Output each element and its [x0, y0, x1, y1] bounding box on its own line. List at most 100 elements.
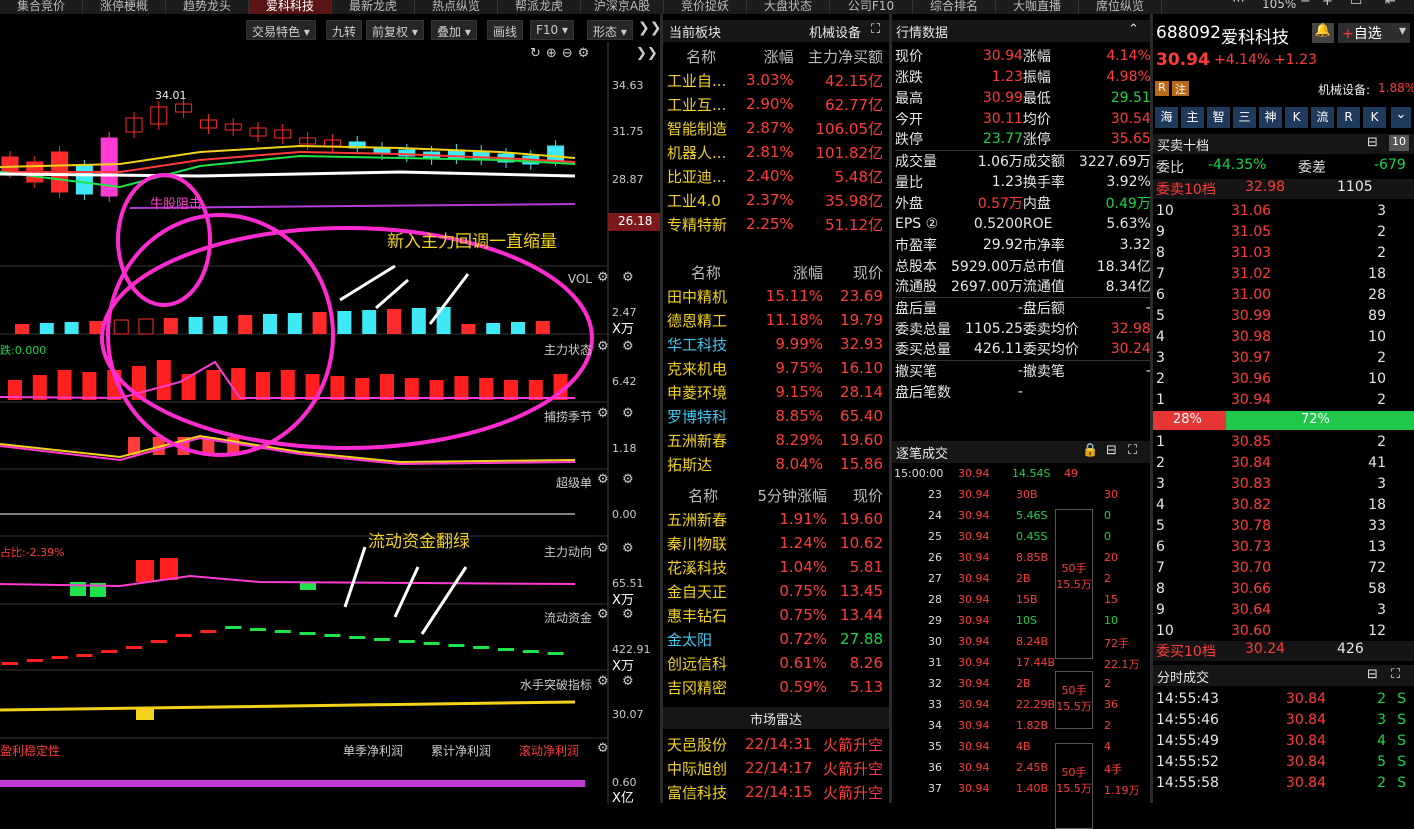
book-row[interactable]: 10 31.06 3: [1156, 200, 1386, 221]
tab-2[interactable]: 趋势龙头: [166, 0, 249, 14]
tab-7[interactable]: 沪深京A股: [581, 0, 664, 14]
tab-0[interactable]: 集合竞价: [0, 0, 83, 14]
quick-button[interactable]: 海: [1155, 107, 1178, 128]
table-row[interactable]: 花溪科技 1.04% 5.81: [665, 555, 885, 579]
book-row[interactable]: 2 30.84 41: [1156, 452, 1386, 473]
table-row[interactable]: 五洲新春 8.29% 19.60: [665, 428, 885, 452]
tab-12[interactable]: 大咖直播: [996, 0, 1079, 14]
gear-icon[interactable]: ⚙: [597, 541, 609, 556]
quick-button[interactable]: R: [1337, 107, 1360, 128]
table-row[interactable]: 华工科技 9.99% 32.93: [665, 332, 885, 356]
table-row[interactable]: 富信科技 22/14:15 火箭升空: [665, 780, 885, 804]
gear-icon[interactable]: ⚙: [597, 674, 609, 689]
table-row[interactable]: 机器人... 2.81% 101.82亿: [665, 140, 885, 164]
gear-icon[interactable]: ⚙: [597, 741, 609, 756]
table-row[interactable]: 工业自... 3.03% 42.15亿: [665, 68, 885, 92]
tab-13[interactable]: 席位纵览: [1079, 0, 1162, 14]
gear-icon[interactable]: ⚙: [622, 674, 634, 689]
book-row[interactable]: 8 31.03 2: [1156, 242, 1386, 263]
quick-button[interactable]: K: [1363, 107, 1386, 128]
quick-button[interactable]: 主: [1181, 107, 1204, 128]
table-row[interactable]: 工业4.0 2.37% 35.98亿: [665, 188, 885, 212]
table-row[interactable]: 秦川物联 1.24% 10.62: [665, 531, 885, 555]
table-row[interactable]: 创远信科 0.61% 8.26: [665, 651, 885, 675]
tab-10[interactable]: 公司F10: [830, 0, 913, 14]
table-row[interactable]: 克来机电 9.75% 16.10: [665, 356, 885, 380]
toolbar-button-1[interactable]: 九转: [326, 20, 363, 40]
table-row[interactable]: 专精特新 2.25% 51.12亿: [665, 212, 885, 236]
table-row[interactable]: 金太阳 0.72% 27.88: [665, 627, 885, 651]
split-icon[interactable]: ⊟: [1106, 443, 1117, 458]
toolbar-button-5[interactable]: F10 ▾: [530, 20, 575, 40]
chevron-down-icon[interactable]: ⌄: [1391, 107, 1411, 128]
gear-icon[interactable]: ⚙: [622, 541, 634, 556]
gear-icon[interactable]: ⚙: [597, 472, 609, 487]
gear-icon[interactable]: ⚙: [597, 339, 609, 354]
lock-icon[interactable]: 🔒: [1082, 443, 1098, 458]
collapse-icon[interactable]: ❯❯: [636, 46, 658, 61]
book-row[interactable]: 9 30.64 3: [1156, 599, 1386, 620]
book-row[interactable]: 3 30.83 3: [1156, 473, 1386, 494]
bottom-tab-2[interactable]: 累计净利润: [431, 742, 491, 759]
gear-icon[interactable]: ⚙: [622, 406, 634, 421]
quick-button[interactable]: K: [1285, 107, 1308, 128]
panel-tool-icons[interactable]: ↻⊕⊖⚙: [530, 46, 594, 61]
table-row[interactable]: 田中精机 15.11% 23.69: [665, 284, 885, 308]
book-row[interactable]: 5 30.78 33: [1156, 515, 1386, 536]
book-row[interactable]: 9 31.05 2: [1156, 221, 1386, 242]
bottom-tab-3[interactable]: 滚动净利润: [519, 742, 579, 759]
fullscreen-icon[interactable]: ⛶: [871, 22, 880, 37]
gear-icon[interactable]: ⚙: [597, 406, 609, 421]
book-row[interactable]: 7 31.02 18: [1156, 263, 1386, 284]
gear-icon[interactable]: ⚙: [622, 339, 634, 354]
tab-4[interactable]: 最新龙虎: [332, 0, 415, 14]
toolbar-button-4[interactable]: 画线: [487, 20, 524, 40]
list-icon[interactable]: ⊟: [1367, 667, 1378, 682]
quick-button[interactable]: 智: [1207, 107, 1230, 128]
level10-button[interactable]: 10: [1389, 135, 1409, 151]
book-row[interactable]: 1 30.94 2: [1156, 389, 1386, 410]
gear-icon[interactable]: ⚙: [597, 270, 609, 285]
book-row[interactable]: 6 31.00 28: [1156, 284, 1386, 305]
fullscreen-icon[interactable]: ⛶: [1391, 667, 1400, 682]
expand-icon[interactable]: ❯❯: [638, 20, 661, 36]
book-row[interactable]: 8 30.66 58: [1156, 578, 1386, 599]
bottom-tab-1[interactable]: 单季净利润: [343, 742, 403, 759]
window-close-icon[interactable]: ⇤: [1385, 0, 1396, 9]
gear-icon[interactable]: ⚙: [622, 270, 634, 285]
table-row[interactable]: 惠丰钻石 0.75% 13.44: [665, 603, 885, 627]
book-row[interactable]: 4 30.98 10: [1156, 326, 1386, 347]
tab-8[interactable]: 竞价捉妖: [664, 0, 747, 14]
toolbar-button-6[interactable]: 形态 ▾: [587, 20, 633, 40]
tab-9[interactable]: 大盘状态: [747, 0, 830, 14]
table-row[interactable]: 吉冈精密 0.59% 5.13: [665, 675, 885, 699]
list-icon[interactable]: ⊟: [1367, 135, 1378, 150]
table-row[interactable]: 金自天正 0.75% 13.45: [665, 579, 885, 603]
quick-button[interactable]: 神: [1259, 107, 1282, 128]
toolbar-button-0[interactable]: 交易特色 ▾: [246, 20, 316, 40]
book-row[interactable]: 5 30.99 89: [1156, 305, 1386, 326]
table-row[interactable]: 罗博特科 8.85% 65.40: [665, 404, 885, 428]
tab-3[interactable]: 爱科科技: [249, 0, 332, 14]
table-row[interactable]: 中际旭创 22/14:17 火箭升空: [665, 756, 885, 780]
book-row[interactable]: 3 30.97 2: [1156, 347, 1386, 368]
book-row[interactable]: 10 30.60 12: [1156, 620, 1386, 641]
tab-6[interactable]: 帮派龙虎: [498, 0, 581, 14]
zoom-in-icon[interactable]: +: [1322, 0, 1333, 9]
book-row[interactable]: 1 30.85 2: [1156, 431, 1386, 452]
book-row[interactable]: 4 30.82 18: [1156, 494, 1386, 515]
book-row[interactable]: 6 30.73 13: [1156, 536, 1386, 557]
table-row[interactable]: 申菱环境 9.15% 28.14: [665, 380, 885, 404]
table-row[interactable]: 五洲新春 1.91% 19.60: [665, 507, 885, 531]
table-row[interactable]: 德恩精工 11.18% 19.79: [665, 308, 885, 332]
gear-icon[interactable]: ⚙: [597, 607, 609, 622]
collapse-up-icon[interactable]: ⌃: [1128, 22, 1139, 37]
tab-1[interactable]: 涨停梗概: [83, 0, 166, 14]
gear-icon[interactable]: ⚙: [622, 472, 634, 487]
fullscreen-icon[interactable]: ⛶: [1128, 443, 1137, 458]
quick-button[interactable]: 流: [1311, 107, 1334, 128]
tab-5[interactable]: 热点纵览: [415, 0, 498, 14]
add-favorite-button[interactable]: +自选 ▾: [1338, 23, 1410, 43]
more-icon[interactable]: ⋯: [1232, 0, 1245, 9]
quick-button[interactable]: 三: [1233, 107, 1256, 128]
